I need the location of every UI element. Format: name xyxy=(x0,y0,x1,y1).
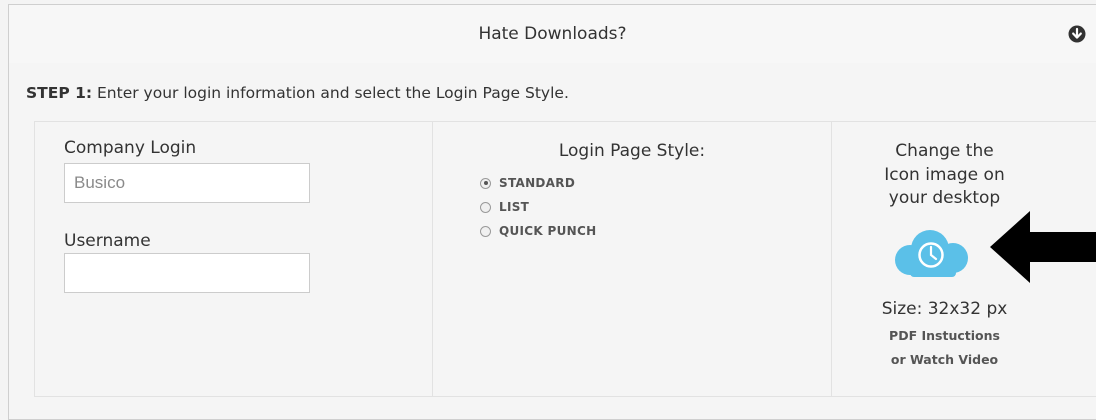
username-label: Username xyxy=(64,231,151,251)
arrow-left-icon xyxy=(990,211,1096,283)
step-text: Enter your login information and select … xyxy=(92,84,569,102)
watch-video-link[interactable]: or Watch Video xyxy=(832,352,1057,367)
header-title: Hate Downloads? xyxy=(478,24,627,44)
radio-label-list: LIST xyxy=(499,200,530,214)
pdf-instructions-link[interactable]: PDF Instuctions xyxy=(832,328,1057,343)
change-line-2: Icon image on xyxy=(884,164,1005,185)
step-instruction: STEP 1: Enter your login information and… xyxy=(26,84,569,102)
company-login-label: Company Login xyxy=(64,138,197,158)
cloud-clock-icon[interactable] xyxy=(892,229,974,277)
login-style-title: Login Page Style: xyxy=(558,141,706,161)
radio-list[interactable]: LIST xyxy=(480,199,529,215)
radio-button[interactable] xyxy=(480,201,491,213)
step-label: STEP 1: xyxy=(26,84,93,102)
change-icon-text: Change the Icon image on your desktop xyxy=(832,140,1057,211)
company-login-input[interactable] xyxy=(64,163,310,203)
change-line-1: Change the xyxy=(895,141,994,161)
radio-quick-punch[interactable]: QUICK PUNCH xyxy=(480,223,596,239)
settings-columns: Company Login Username Login Page Style:… xyxy=(34,121,1096,397)
username-input[interactable] xyxy=(64,253,310,293)
accordion-header[interactable]: Hate Downloads? xyxy=(8,4,1096,64)
radio-button-checked[interactable] xyxy=(480,177,491,189)
chevron-down-circle-icon[interactable] xyxy=(1068,25,1086,43)
icon-column: Change the Icon image on your desktop Si… xyxy=(832,122,1096,396)
change-line-3: your desktop xyxy=(888,188,1001,208)
login-column: Company Login Username xyxy=(35,122,433,396)
radio-label-quick-punch: QUICK PUNCH xyxy=(499,224,597,238)
page: Hate Downloads? STEP 1: Enter your login… xyxy=(0,0,1096,420)
radio-label-standard: STANDARD xyxy=(499,176,576,190)
radio-standard[interactable]: STANDARD xyxy=(480,175,575,191)
radio-button[interactable] xyxy=(480,225,491,237)
login-style-column: Login Page Style: STANDARD LIST QUICK PU… xyxy=(433,122,832,396)
icon-size-text: Size: 32x32 px xyxy=(881,299,1008,319)
